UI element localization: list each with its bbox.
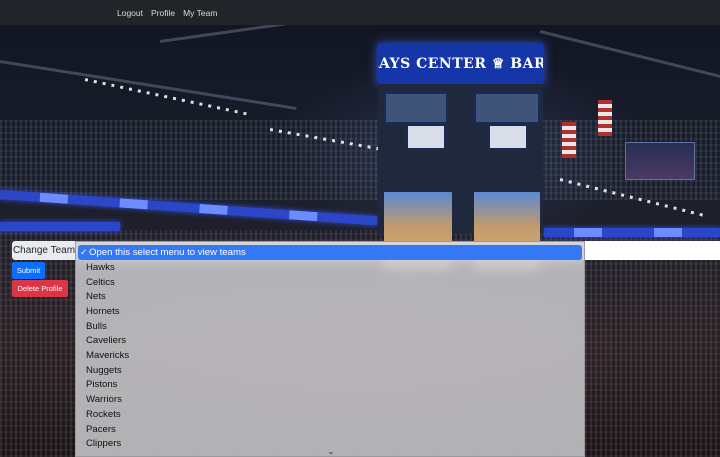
checkmark-icon: ✓ bbox=[80, 246, 88, 257]
option-mavericks[interactable]: Mavericks bbox=[76, 348, 584, 363]
option-celtics[interactable]: Celtics bbox=[76, 275, 584, 290]
led-ribbon-board bbox=[0, 222, 120, 231]
led-ribbon-board bbox=[544, 228, 720, 237]
flag bbox=[598, 100, 612, 136]
crowd-upper bbox=[0, 120, 720, 200]
option-hornets[interactable]: Hornets bbox=[76, 304, 584, 319]
scroll-down-icon[interactable]: ⌄ bbox=[326, 448, 336, 456]
arena-sign: BARCLAYS CENTER ♕ BARCLAYS bbox=[378, 44, 543, 84]
my-team-link[interactable]: My Team bbox=[183, 8, 217, 18]
option-nuggets[interactable]: Nuggets bbox=[76, 363, 584, 378]
option-pistons[interactable]: Pistons bbox=[76, 378, 584, 393]
team-select-dropdown[interactable]: ✓ Open this select menu to view teams Ha… bbox=[75, 241, 585, 457]
roof-truss bbox=[0, 60, 297, 110]
submit-button[interactable]: Submit bbox=[12, 262, 45, 279]
option-pacers[interactable]: Pacers bbox=[76, 422, 584, 437]
option-nets[interactable]: Nets bbox=[76, 289, 584, 304]
option-placeholder[interactable]: ✓ Open this select menu to view teams bbox=[78, 245, 582, 260]
change-team-label: Change Team bbox=[12, 241, 76, 260]
option-label: Open this select menu to view teams bbox=[89, 246, 246, 258]
option-rockets[interactable]: Rockets bbox=[76, 407, 584, 422]
nav-links: Logout Profile My Team bbox=[117, 0, 225, 25]
profile-link[interactable]: Profile bbox=[151, 8, 175, 18]
navbar: Logout Profile My Team bbox=[0, 0, 720, 25]
side-video-screen bbox=[625, 142, 695, 180]
logout-link[interactable]: Logout bbox=[117, 8, 143, 18]
jumbotron: BARCLAYS CENTER ♕ BARCLAYS bbox=[378, 44, 543, 270]
option-caveliers[interactable]: Caveliers bbox=[76, 334, 584, 349]
roof-truss bbox=[539, 30, 720, 82]
option-warriors[interactable]: Warriors bbox=[76, 392, 584, 407]
flag bbox=[562, 122, 576, 158]
delete-profile-button[interactable]: Delete Profile bbox=[12, 280, 68, 297]
jumbotron-screen bbox=[378, 84, 543, 270]
option-bulls[interactable]: Bulls bbox=[76, 319, 584, 334]
option-hawks[interactable]: Hawks bbox=[76, 260, 584, 275]
